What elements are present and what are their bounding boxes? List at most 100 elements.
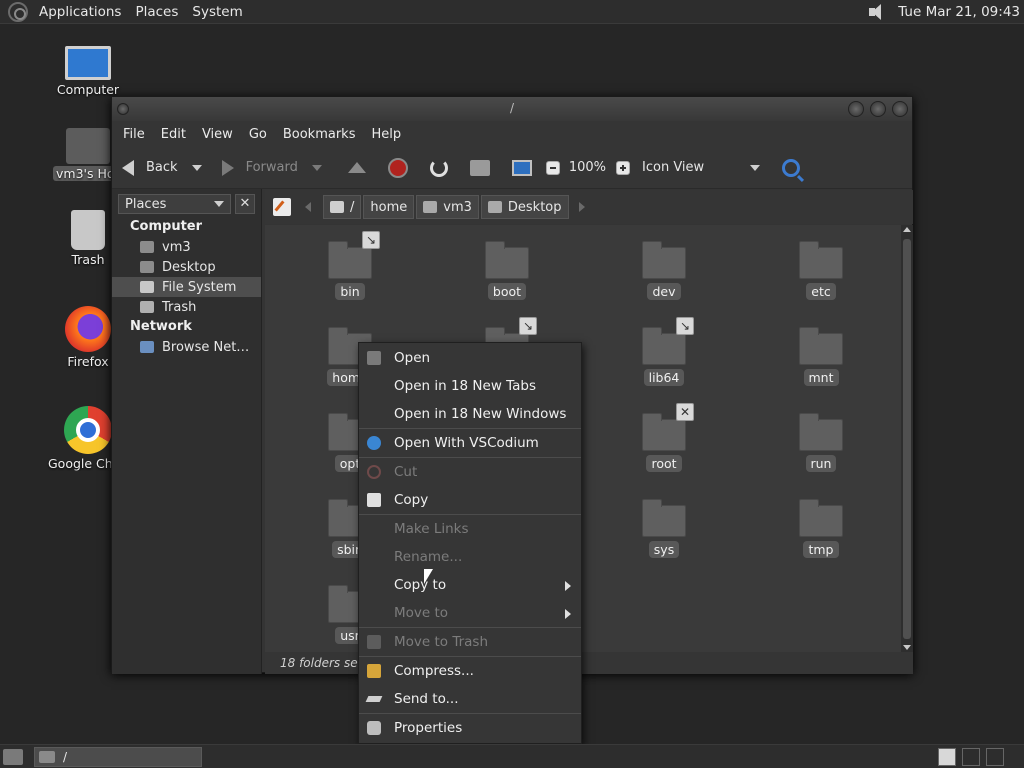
view-mode-dropdown[interactable] (750, 164, 761, 171)
sidebar-item-desktop[interactable]: Desktop (112, 257, 261, 277)
folder-item[interactable]: boot (467, 241, 547, 300)
menu-help[interactable]: Help (363, 127, 409, 142)
taskbar-window-button[interactable]: / (34, 747, 202, 767)
computer-icon[interactable] (511, 159, 532, 176)
desktop-icon-computer[interactable]: Computer (45, 46, 131, 97)
menu-item-cut[interactable]: Cut (359, 458, 581, 486)
sidebar-item-browse-network[interactable]: Browse Net… (112, 337, 261, 357)
folder-label: dev (647, 283, 681, 300)
menu-item-send-to[interactable]: Send to... (359, 685, 581, 713)
minimize-button[interactable] (848, 101, 864, 117)
folder-open-icon (367, 351, 381, 365)
menu-file[interactable]: File (115, 127, 153, 142)
crumb-vm3[interactable]: vm3 (416, 195, 479, 219)
menu-item-make-links[interactable]: Make Links (359, 515, 581, 543)
scrollbar[interactable] (901, 225, 913, 652)
stop-icon[interactable] (387, 157, 408, 178)
sidebar-item-label: vm3 (162, 239, 191, 255)
menu-go[interactable]: Go (241, 127, 275, 142)
home-folder-icon (66, 128, 110, 164)
folder-label: bin (335, 283, 365, 300)
folder-item[interactable]: tmp (781, 499, 861, 558)
desktop-icon-label: Trash (71, 252, 105, 267)
menu-item-open-with-vscodium[interactable]: Open With VSCodium (359, 429, 581, 457)
pathbar-scroll-left-icon[interactable] (305, 202, 311, 212)
crumb-desktop[interactable]: Desktop (480, 195, 569, 219)
firefox-icon (65, 306, 111, 352)
menu-item-move-to[interactable]: Move to (359, 599, 581, 627)
crumb-home[interactable]: home (363, 195, 415, 219)
computer-icon (65, 46, 111, 80)
menu-item-compress[interactable]: Compress... (359, 657, 581, 685)
maximize-button[interactable] (870, 101, 886, 117)
menu-item-label: Rename... (394, 549, 463, 565)
folder-label: run (805, 455, 837, 472)
drive-icon (330, 201, 344, 213)
window-menu-button[interactable] (117, 103, 129, 115)
back-history-dropdown[interactable] (191, 164, 202, 171)
edit-location-icon[interactable] (273, 198, 291, 216)
workspace-3[interactable] (986, 748, 1004, 766)
menu-item-open[interactable]: Open (359, 344, 581, 372)
network-icon (140, 341, 154, 353)
close-sidebar-button[interactable]: ✕ (235, 194, 255, 214)
menu-item-label: Make Links (394, 521, 469, 537)
menu-item-label: Open in 18 New Windows (394, 406, 567, 422)
sidebar-selector[interactable]: Places (118, 194, 231, 214)
symlink-emblem-icon: ↘ (676, 317, 694, 335)
volume-icon[interactable] (866, 2, 888, 22)
properties-icon (367, 721, 381, 735)
home-icon[interactable] (469, 159, 490, 176)
search-icon[interactable] (782, 158, 801, 177)
folder-item[interactable]: run (781, 413, 861, 472)
folder-item[interactable]: root (624, 413, 704, 472)
crumb-label: Desktop (507, 199, 562, 215)
forward-history-dropdown[interactable] (311, 164, 322, 171)
pathbar-scroll-right-icon[interactable] (578, 202, 585, 212)
menu-item-label: Compress... (394, 663, 474, 679)
menu-item-open-tabs[interactable]: Open in 18 New Tabs (359, 372, 581, 400)
zoom-level: 100% (568, 160, 607, 175)
view-mode-select[interactable]: Icon View (642, 160, 704, 175)
folder-item[interactable]: mnt (781, 327, 861, 386)
zoom-out-icon[interactable] (545, 160, 560, 175)
folder-item[interactable]: sys (624, 499, 704, 558)
folder-item[interactable]: bin (310, 241, 390, 300)
crumb-root[interactable]: / (323, 195, 362, 219)
scroll-up-icon[interactable] (903, 227, 911, 232)
forward-button[interactable]: Forward (221, 159, 298, 176)
distro-logo-icon[interactable] (8, 1, 28, 22)
show-desktop-icon[interactable] (3, 749, 23, 765)
menu-bookmarks[interactable]: Bookmarks (275, 127, 364, 142)
menu-item-open-windows[interactable]: Open in 18 New Windows (359, 400, 581, 428)
menu-item-copy-to[interactable]: Copy to (359, 571, 581, 599)
reload-icon[interactable] (429, 158, 448, 177)
clock[interactable]: Tue Mar 21, 09:43 (898, 4, 1020, 20)
folder-icon (485, 241, 529, 279)
menu-item-rename[interactable]: Rename... (359, 543, 581, 571)
menu-item-properties[interactable]: Properties (359, 714, 581, 742)
folder-item[interactable]: dev (624, 241, 704, 300)
close-button[interactable] (892, 101, 908, 117)
back-button[interactable]: Back (122, 159, 178, 176)
scrollbar-thumb[interactable] (903, 239, 911, 639)
applications-menu[interactable]: Applications (32, 4, 128, 20)
workspace-1[interactable] (938, 748, 956, 766)
folder-item[interactable]: lib64 (624, 327, 704, 386)
up-icon[interactable] (347, 162, 366, 173)
menu-view[interactable]: View (194, 127, 241, 142)
system-menu[interactable]: System (185, 4, 249, 20)
places-menu[interactable]: Places (128, 4, 185, 20)
sidebar-item-vm3[interactable]: vm3 (112, 237, 261, 257)
menu-item-move-to-trash[interactable]: Move to Trash (359, 628, 581, 656)
window-titlebar[interactable]: / (112, 97, 912, 121)
menu-edit[interactable]: Edit (153, 127, 194, 142)
menu-item-label: Properties (394, 720, 463, 736)
sidebar-item-trash[interactable]: Trash (112, 297, 261, 317)
workspace-2[interactable] (962, 748, 980, 766)
sidebar-item-file-system[interactable]: File System (112, 277, 261, 297)
folder-item[interactable]: etc (781, 241, 861, 300)
zoom-in-icon[interactable] (616, 160, 631, 175)
scroll-down-icon[interactable] (903, 645, 911, 650)
menu-item-copy[interactable]: Copy (359, 486, 581, 514)
